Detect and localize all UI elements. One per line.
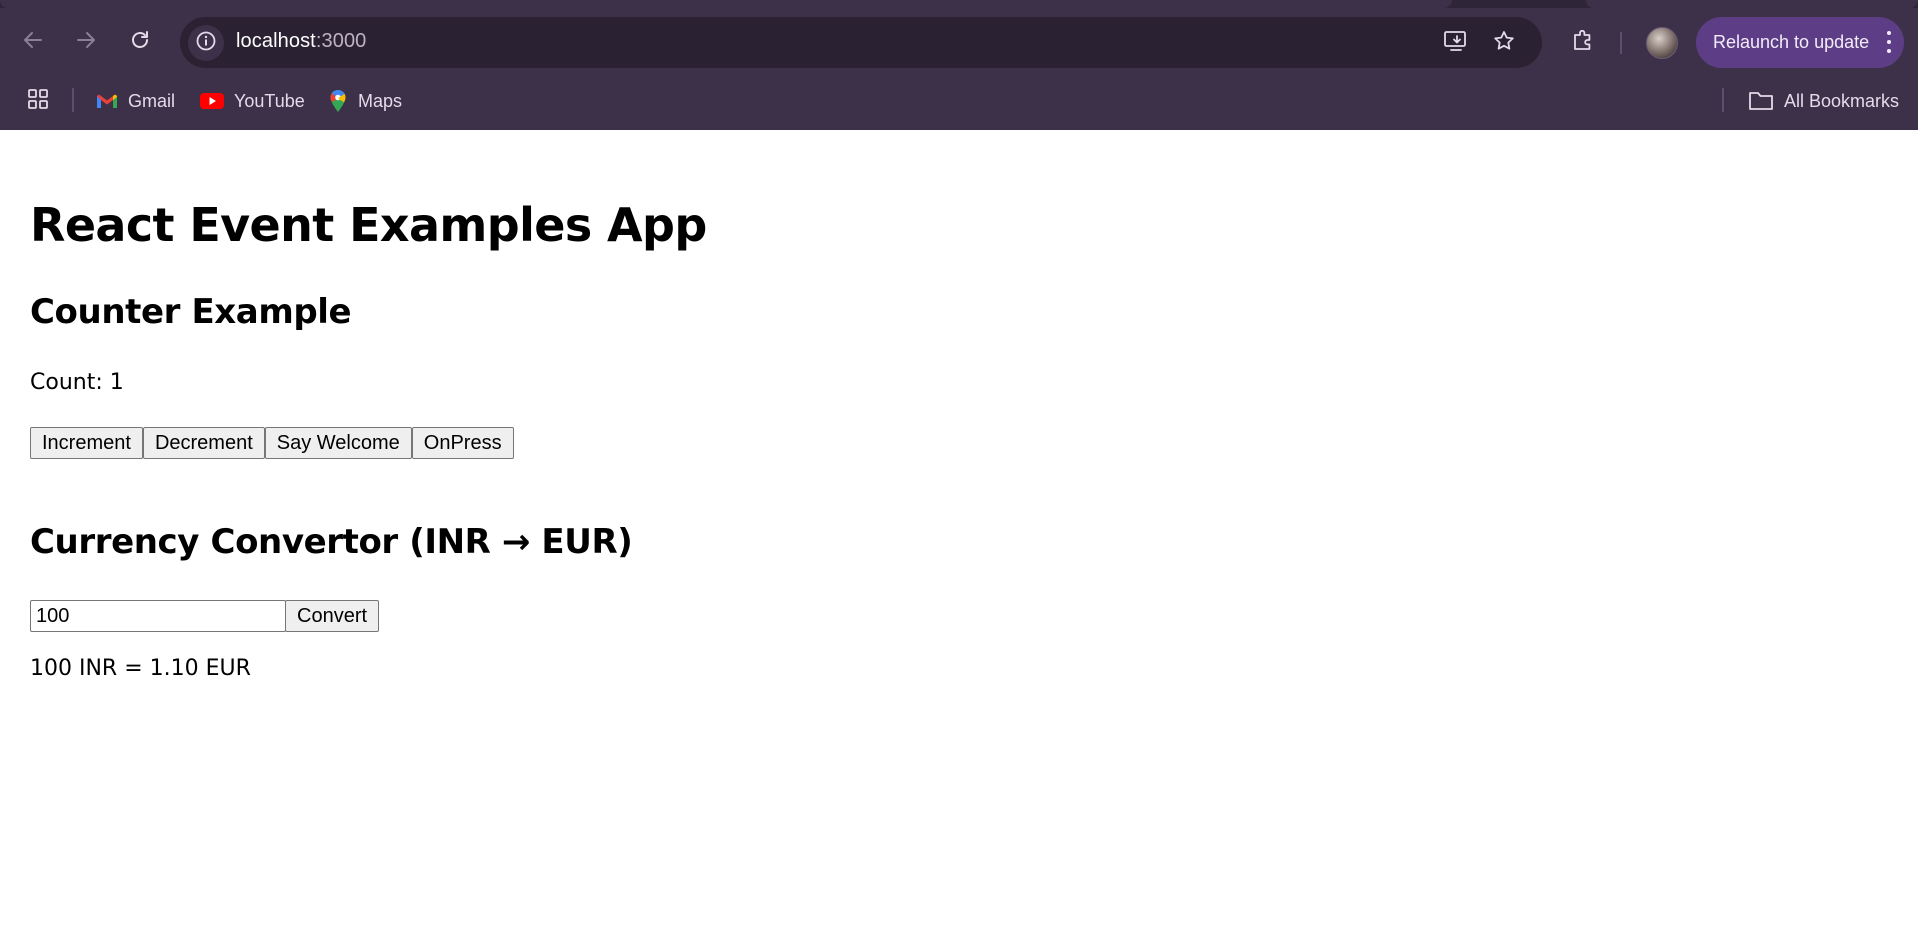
info-icon: [195, 30, 217, 56]
forward-button[interactable]: [66, 22, 106, 62]
url-port: :3000: [315, 30, 367, 52]
counter-button-row: Increment Decrement Say Welcome OnPress: [30, 427, 514, 459]
toolbar-divider: [1620, 32, 1622, 54]
install-app-icon: [1443, 29, 1469, 57]
convert-button[interactable]: Convert: [285, 600, 380, 632]
back-arrow-icon: [21, 28, 45, 56]
bookmarks-divider: [72, 88, 74, 112]
relaunch-label: Relaunch to update: [1713, 32, 1870, 52]
youtube-icon: [200, 92, 224, 110]
profile-avatar[interactable]: [1646, 27, 1678, 59]
reload-button[interactable]: [120, 22, 160, 62]
bookmarks-bar: Gmail YouTube Maps All Bookmarks: [0, 76, 1918, 130]
increment-button[interactable]: Increment: [30, 427, 143, 459]
say-welcome-button[interactable]: Say Welcome: [264, 427, 412, 459]
relaunch-to-update-button[interactable]: Relaunch to update: [1696, 17, 1904, 68]
bookmark-maps[interactable]: Maps: [328, 84, 402, 118]
inactive-tab[interactable]: [1586, 0, 1918, 8]
decrement-button[interactable]: Decrement: [142, 427, 265, 459]
forward-arrow-icon: [74, 28, 98, 56]
url-host: localhost: [236, 30, 316, 52]
apps-button[interactable]: [26, 84, 50, 118]
maps-icon: [328, 89, 348, 113]
reload-icon: [128, 28, 152, 56]
on-press-button[interactable]: OnPress: [411, 427, 514, 459]
count-display: Count: 1: [30, 370, 124, 395]
star-icon: [1492, 29, 1516, 57]
bookmark-gmail[interactable]: Gmail: [96, 84, 175, 118]
folder-icon: [1748, 90, 1774, 112]
page-content: React Event Examples App Counter Example…: [0, 130, 1918, 948]
back-button[interactable]: [13, 22, 53, 62]
extensions-button[interactable]: [1563, 22, 1603, 62]
all-bookmarks-label: All Bookmarks: [1784, 90, 1900, 111]
bookmark-label: Gmail: [128, 90, 176, 111]
tab-strip: [0, 0, 1918, 8]
amount-input[interactable]: [30, 600, 286, 632]
bookmark-label: Maps: [358, 90, 403, 111]
install-app-button[interactable]: [1438, 25, 1474, 61]
site-info-button[interactable]: [188, 25, 224, 61]
browser-chrome: localhost:3000 Relaunch to update Gmail …: [0, 0, 1918, 130]
conversion-result: 100 INR = 1.10 EUR: [30, 656, 251, 681]
browser-toolbar: localhost:3000 Relaunch to update: [0, 8, 1918, 76]
bookmark-youtube[interactable]: YouTube: [200, 84, 305, 118]
puzzle-icon: [1570, 27, 1596, 57]
all-bookmarks-button[interactable]: All Bookmarks: [1748, 84, 1899, 118]
bookmark-label: YouTube: [234, 90, 305, 111]
more-menu-icon: [1886, 31, 1892, 53]
url-text[interactable]: localhost:3000: [236, 30, 366, 53]
address-bar[interactable]: localhost:3000: [180, 17, 1542, 68]
counter-heading: Counter Example: [30, 292, 352, 332]
gmail-icon: [96, 92, 118, 110]
app-title: React Event Examples App: [30, 198, 707, 252]
currency-heading: Currency Convertor (INR → EUR): [30, 522, 633, 562]
apps-grid-icon: [26, 87, 50, 116]
bookmark-star-button[interactable]: [1486, 25, 1522, 61]
bookmarks-divider: [1722, 88, 1724, 112]
active-tab[interactable]: [0, 0, 1452, 8]
